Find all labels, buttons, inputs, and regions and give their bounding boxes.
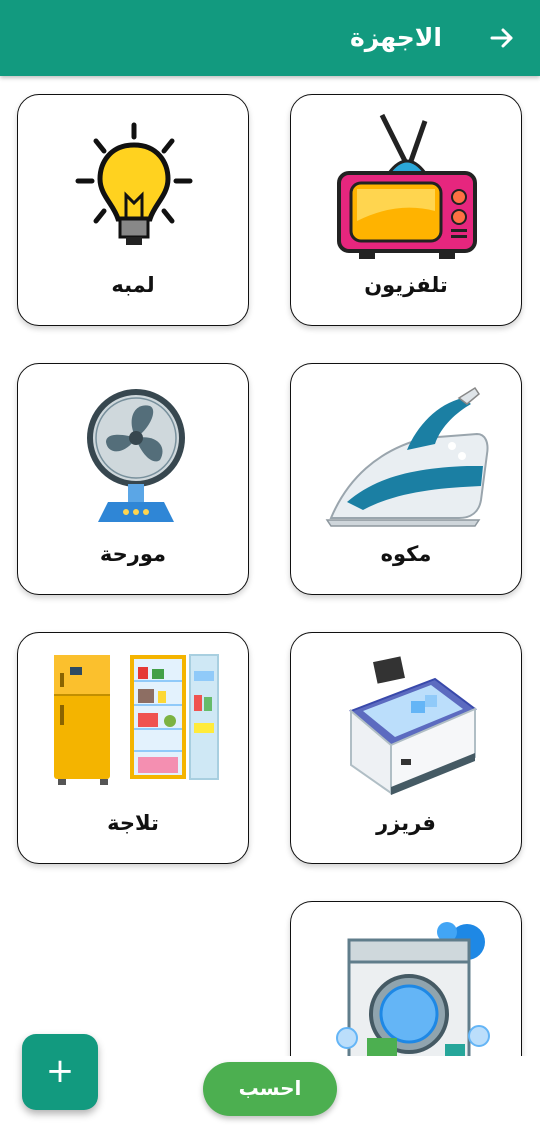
- freezer-icon: [349, 656, 477, 795]
- device-card-iron[interactable]: مكوه: [290, 363, 522, 595]
- fan-icon: [87, 389, 185, 522]
- washing-machine-icon: [336, 922, 490, 1056]
- add-icon: +: [45, 1051, 75, 1091]
- device-label: لمبه: [111, 273, 155, 297]
- device-label: تلاجة: [107, 811, 159, 835]
- device-card-washing-machine[interactable]: [290, 901, 522, 1056]
- refrigerator-icon: [54, 654, 219, 785]
- device-label: مورحة: [99, 542, 167, 566]
- page-title: الاجهزة: [349, 23, 442, 52]
- device-card-fan[interactable]: مورحة: [17, 363, 249, 595]
- device-label: مكوه: [380, 542, 432, 566]
- calculate-button[interactable]: احسب: [203, 1062, 337, 1116]
- device-card-fridge[interactable]: تلاجة: [17, 632, 249, 864]
- device-label: تلفزيون: [364, 273, 448, 297]
- device-grid: تلفزيون لمبه مكوه مورحة فريزر تلاجة: [0, 76, 540, 1056]
- device-card-lamp[interactable]: لمبه: [17, 94, 249, 326]
- arrow-forward-icon[interactable]: [486, 22, 518, 54]
- add-device-button[interactable]: +: [22, 1034, 98, 1110]
- device-label: فريزر: [376, 811, 436, 835]
- app-bar: الاجهزة: [0, 0, 540, 76]
- television-icon: [337, 113, 477, 259]
- iron-icon: [325, 386, 489, 527]
- device-card-freezer[interactable]: فريزر: [290, 632, 522, 864]
- device-card-tv[interactable]: تلفزيون: [290, 94, 522, 326]
- light-bulb-icon: [75, 122, 193, 245]
